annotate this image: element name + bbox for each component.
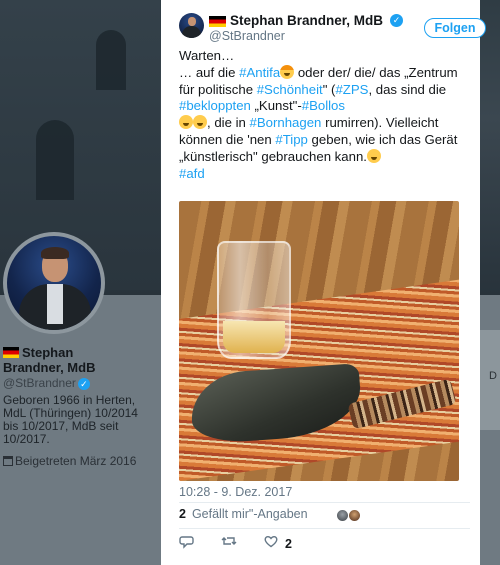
profile-name[interactable]: Stephan Brandner, MdB (3, 345, 153, 375)
tweet-actions: 2 (179, 533, 379, 553)
banner-window (96, 30, 126, 90)
likes-count: 2 (179, 507, 186, 521)
hashtag-link[interactable]: #Schönheit (257, 82, 323, 97)
retweet-icon (221, 537, 237, 545)
zany-face-emoji-icon (179, 115, 193, 130)
germany-flag-icon (209, 16, 226, 27)
hashtag-link[interactable]: #Bollos (302, 98, 345, 113)
profile-avatar-image (7, 236, 101, 330)
tweet-header: Stephan Brandner, MdB ✓ @StBrandner Folg… (179, 10, 486, 43)
tweet-timestamp[interactable]: 10:28 - 9. Dez. 2017 (179, 485, 292, 499)
divider (179, 502, 470, 503)
author-handle[interactable]: @StBrandner (209, 29, 285, 43)
profile-avatar[interactable] (3, 232, 105, 334)
like-button[interactable]: 2 (263, 533, 292, 553)
tweet-modal: Stephan Brandner, MdB ✓ @StBrandner Folg… (161, 0, 486, 565)
divider (179, 528, 470, 529)
verified-badge-icon: ✓ (77, 378, 90, 390)
hashtag-link[interactable]: #Antifa (239, 65, 280, 80)
reply-button[interactable] (179, 533, 195, 553)
follow-button[interactable]: Folgen (424, 18, 486, 38)
banner-window (36, 120, 74, 200)
likers-avatars[interactable] (336, 509, 366, 523)
nerd-face-emoji-icon (193, 115, 207, 130)
tweet-text: Warten… … auf die #Antifa oder der/ die/… (179, 48, 458, 181)
tweet-photo[interactable] (179, 201, 459, 481)
hashtag-link[interactable]: #bekloppten (179, 98, 251, 113)
exploding-head-emoji-icon (280, 64, 295, 79)
profile-joined-date: Beigetreten März 2016 (3, 454, 153, 468)
thinking-face-emoji-icon (366, 148, 381, 163)
hashtag-link[interactable]: #Bornhagen (250, 115, 322, 130)
background-side-card: D (480, 330, 500, 430)
retweet-button[interactable] (221, 533, 237, 553)
author-name[interactable]: Stephan Brandner, MdB (230, 13, 383, 28)
hashtag-link[interactable]: #afd (179, 166, 205, 181)
calendar-icon (3, 456, 13, 466)
reply-icon (179, 536, 194, 549)
author-avatar[interactable] (179, 13, 204, 38)
germany-flag-icon (3, 347, 19, 358)
like-heart-icon (264, 535, 278, 548)
hashtag-link[interactable]: #Tipp (275, 132, 308, 147)
profile-bio: Geboren 1966 in Herten, MdL (Thüringen) … (3, 393, 138, 446)
profile-sidebar: Stephan Brandner, MdB @StBrandner ✓ Gebor… (3, 345, 153, 468)
profile-handle[interactable]: @StBrandner ✓ (3, 376, 153, 390)
verified-badge-icon: ✓ (390, 14, 403, 27)
liker-avatar[interactable] (348, 509, 361, 522)
like-count: 2 (285, 537, 292, 551)
likes-label: Gefällt mir"-Angaben (191, 507, 308, 521)
hashtag-link[interactable]: #ZPS (335, 82, 368, 97)
photo-glass (217, 241, 291, 359)
likes-stats[interactable]: 2 Gefällt mir"-Angaben (179, 507, 308, 525)
